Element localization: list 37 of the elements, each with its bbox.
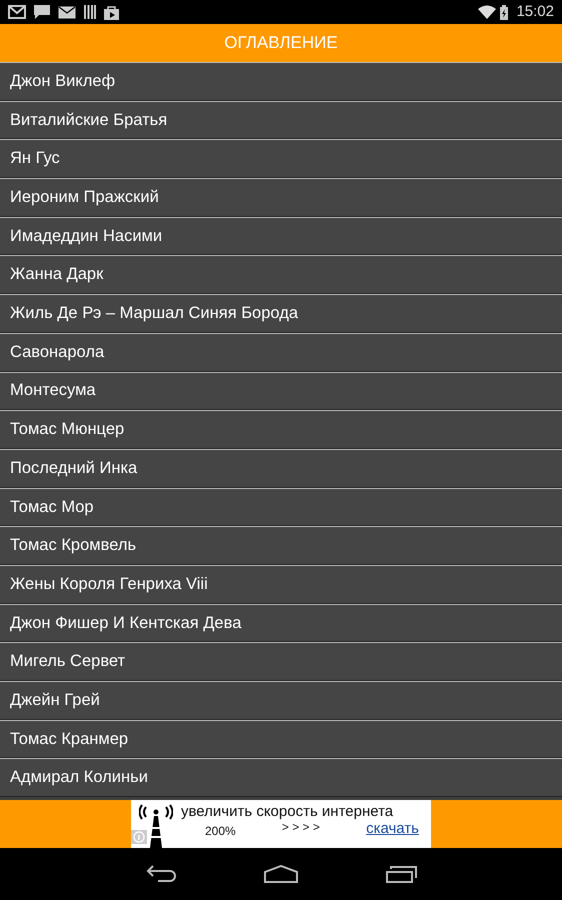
shopping-bag-icon (104, 4, 119, 20)
battery-icon (500, 4, 508, 20)
header-title: ОГЛАВЛЕНИЕ (224, 32, 338, 54)
info-icon (131, 830, 147, 844)
list-item[interactable]: Жены Короля Генриха Viii (0, 564, 562, 604)
list-item[interactable]: Жиль Де Рэ – Маршал Синяя Борода (0, 294, 562, 333)
download-link[interactable]: скачать (366, 820, 427, 838)
list-item[interactable]: Томас Мюнцер (0, 410, 562, 449)
list-item[interactable]: Ян Гус (0, 139, 562, 178)
list-item[interactable]: Виталийские Братья (0, 100, 562, 140)
list-item[interactable]: Томас Мор (0, 488, 562, 526)
chat-icon (34, 4, 50, 20)
ad-banner[interactable]: увеличить скорость интернета 200% > > > > скачать (131, 800, 431, 848)
barcode-icon (84, 5, 96, 19)
list-item[interactable]: Жанна Дарк (0, 255, 562, 294)
list-item[interactable]: Последний Инка (0, 448, 562, 488)
gmail-icon (8, 5, 26, 19)
clock: 15:02 (516, 2, 554, 22)
list-item[interactable]: Иероним Пражский (0, 178, 562, 217)
back-icon[interactable] (144, 865, 176, 883)
ad-percent: 200% (204, 822, 236, 838)
mail-icon (58, 6, 76, 18)
wifi-icon (478, 5, 496, 19)
home-icon[interactable] (264, 865, 298, 883)
list-item[interactable]: Мигель Сервет (0, 642, 562, 681)
list-item[interactable]: Адмирал Колиньи (0, 758, 562, 798)
recent-apps-icon[interactable] (386, 865, 418, 883)
list-item[interactable]: Имадеддин Насими (0, 216, 562, 256)
ad-headline: увеличить скорость интернета (181, 802, 394, 820)
list-item[interactable]: Джейн Грей (0, 681, 562, 720)
ad-arrows: > > > > (282, 820, 320, 834)
list-item[interactable]: Томас Кранмер (0, 720, 562, 758)
list-item[interactable]: Джон Виклеф (0, 62, 562, 101)
list-item[interactable]: Джон Фишер И Кентская Дева (0, 604, 562, 642)
list-item[interactable]: Савонарола (0, 332, 562, 372)
list-item[interactable]: Монтесума (0, 372, 562, 410)
list-item[interactable]: Томас Кромвель (0, 526, 562, 565)
